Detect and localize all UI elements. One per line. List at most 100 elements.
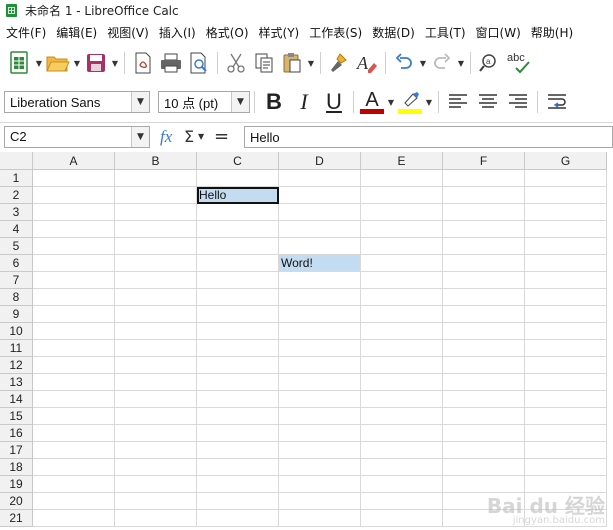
- row-header-17[interactable]: 17: [0, 442, 33, 459]
- cell-a18[interactable]: [33, 459, 115, 476]
- column-header-g[interactable]: G: [525, 152, 607, 170]
- cell-d21[interactable]: [279, 510, 361, 527]
- cell-a7[interactable]: [33, 272, 115, 289]
- cell-d2[interactable]: [279, 187, 361, 204]
- cell-c3[interactable]: [197, 204, 279, 221]
- font-color-dropdown-icon[interactable]: ▼: [386, 88, 396, 116]
- cell-g17[interactable]: [525, 442, 607, 459]
- menu-help[interactable]: 帮助(H): [526, 24, 578, 41]
- font-color-button[interactable]: A: [358, 89, 386, 115]
- cell-d18[interactable]: [279, 459, 361, 476]
- cell-b19[interactable]: [115, 476, 197, 493]
- cell-g4[interactable]: [525, 221, 607, 238]
- spreadsheet-grid[interactable]: A B C D E F G 1 2 Hello 3 4 5 6 Word! 7 8 9 10 11 12 13 14 15 16…: [0, 152, 613, 530]
- cell-b4[interactable]: [115, 221, 197, 238]
- cell-a3[interactable]: [33, 204, 115, 221]
- menu-window[interactable]: 窗口(W): [471, 24, 526, 41]
- cell-g20[interactable]: [525, 493, 607, 510]
- cell-g19[interactable]: [525, 476, 607, 493]
- cell-b20[interactable]: [115, 493, 197, 510]
- cell-d9[interactable]: [279, 306, 361, 323]
- select-all-corner[interactable]: [0, 152, 33, 170]
- cell-e1[interactable]: [361, 170, 443, 187]
- column-header-e[interactable]: E: [361, 152, 443, 170]
- cell-b11[interactable]: [115, 340, 197, 357]
- chevron-down-icon[interactable]: ▼: [131, 92, 149, 112]
- cell-d8[interactable]: [279, 289, 361, 306]
- paste-icon[interactable]: [278, 49, 306, 77]
- cell-g1[interactable]: [525, 170, 607, 187]
- cell-c5[interactable]: [197, 238, 279, 255]
- undo-dropdown-icon[interactable]: ▼: [418, 49, 428, 77]
- cell-f8[interactable]: [443, 289, 525, 306]
- cell-e21[interactable]: [361, 510, 443, 527]
- cell-c9[interactable]: [197, 306, 279, 323]
- font-size-combo[interactable]: 10 点 (pt) ▼: [158, 91, 250, 113]
- cell-b13[interactable]: [115, 374, 197, 391]
- row-header-3[interactable]: 3: [0, 204, 33, 221]
- cell-f1[interactable]: [443, 170, 525, 187]
- cell-a17[interactable]: [33, 442, 115, 459]
- column-header-f[interactable]: F: [443, 152, 525, 170]
- cell-e13[interactable]: [361, 374, 443, 391]
- cell-a4[interactable]: [33, 221, 115, 238]
- cell-b6[interactable]: [115, 255, 197, 272]
- cell-c2[interactable]: Hello: [197, 187, 279, 204]
- cell-g7[interactable]: [525, 272, 607, 289]
- row-header-8[interactable]: 8: [0, 289, 33, 306]
- align-right-icon[interactable]: [503, 89, 533, 115]
- new-spreadsheet-icon[interactable]: [6, 49, 34, 77]
- cell-e10[interactable]: [361, 323, 443, 340]
- cell-b15[interactable]: [115, 408, 197, 425]
- cell-c21[interactable]: [197, 510, 279, 527]
- cell-e17[interactable]: [361, 442, 443, 459]
- menu-sheet[interactable]: 工作表(S): [304, 24, 367, 41]
- menu-styles[interactable]: 样式(Y): [254, 24, 305, 41]
- row-header-7[interactable]: 7: [0, 272, 33, 289]
- cell-a2[interactable]: [33, 187, 115, 204]
- row-header-9[interactable]: 9: [0, 306, 33, 323]
- menu-data[interactable]: 数据(D): [367, 24, 420, 41]
- save-icon[interactable]: [82, 49, 110, 77]
- row-header-1[interactable]: 1: [0, 170, 33, 187]
- cell-d14[interactable]: [279, 391, 361, 408]
- save-dropdown-icon[interactable]: ▼: [110, 49, 120, 77]
- wrap-text-icon[interactable]: [542, 89, 572, 115]
- row-header-11[interactable]: 11: [0, 340, 33, 357]
- cell-f12[interactable]: [443, 357, 525, 374]
- cell-b3[interactable]: [115, 204, 197, 221]
- cell-b18[interactable]: [115, 459, 197, 476]
- cell-c16[interactable]: [197, 425, 279, 442]
- menu-format[interactable]: 格式(O): [201, 24, 254, 41]
- cell-b21[interactable]: [115, 510, 197, 527]
- paste-dropdown-icon[interactable]: ▼: [306, 49, 316, 77]
- cell-b10[interactable]: [115, 323, 197, 340]
- cell-c1[interactable]: [197, 170, 279, 187]
- open-dropdown-icon[interactable]: ▼: [72, 49, 82, 77]
- cell-g2[interactable]: [525, 187, 607, 204]
- cell-e9[interactable]: [361, 306, 443, 323]
- cell-b8[interactable]: [115, 289, 197, 306]
- cell-a14[interactable]: [33, 391, 115, 408]
- menu-view[interactable]: 视图(V): [102, 24, 154, 41]
- font-name-combo[interactable]: Liberation Sans ▼: [4, 91, 150, 113]
- cell-d17[interactable]: [279, 442, 361, 459]
- cell-e5[interactable]: [361, 238, 443, 255]
- cell-d1[interactable]: [279, 170, 361, 187]
- sum-dropdown-icon[interactable]: ▼: [198, 132, 210, 141]
- cell-g6[interactable]: [525, 255, 607, 272]
- cut-icon[interactable]: [222, 49, 250, 77]
- cell-d5[interactable]: [279, 238, 361, 255]
- cell-b14[interactable]: [115, 391, 197, 408]
- cell-b12[interactable]: [115, 357, 197, 374]
- cell-f18[interactable]: [443, 459, 525, 476]
- cell-g16[interactable]: [525, 425, 607, 442]
- cell-f9[interactable]: [443, 306, 525, 323]
- cell-f11[interactable]: [443, 340, 525, 357]
- cell-d13[interactable]: [279, 374, 361, 391]
- find-replace-icon[interactable]: a: [475, 49, 503, 77]
- italic-button[interactable]: I: [289, 89, 319, 115]
- cell-g11[interactable]: [525, 340, 607, 357]
- cell-d16[interactable]: [279, 425, 361, 442]
- cell-f2[interactable]: [443, 187, 525, 204]
